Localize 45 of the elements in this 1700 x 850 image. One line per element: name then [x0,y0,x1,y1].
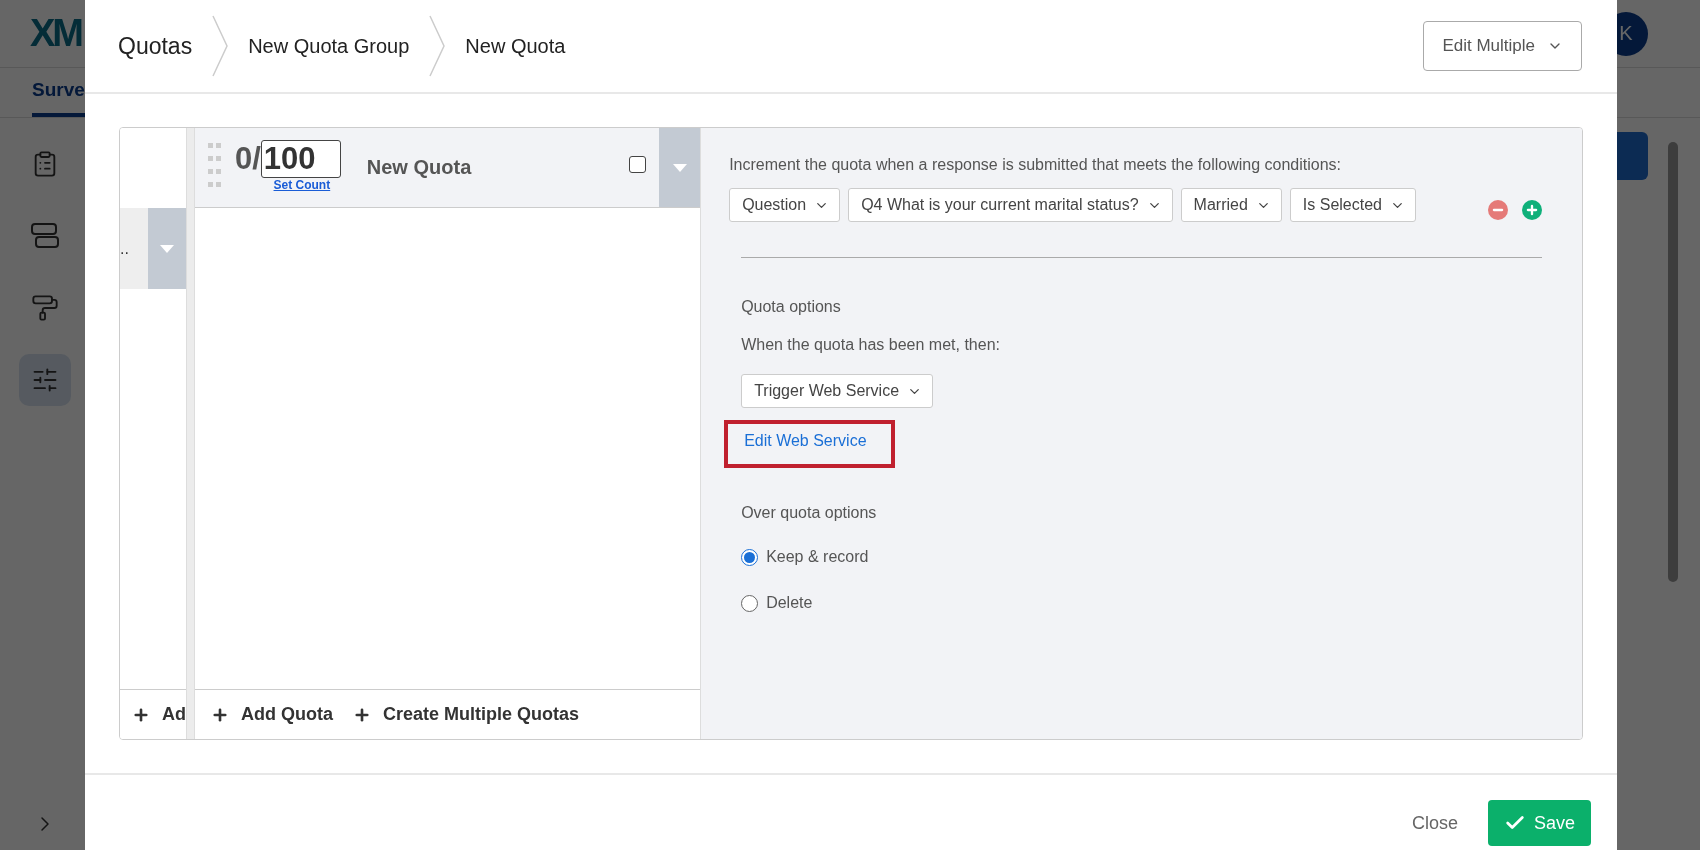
section-title: Over quota options [741,504,877,522]
add-quota-button[interactable]: Add Quota [210,704,333,725]
add-icon[interactable] [1522,200,1542,220]
radio-option[interactable]: Delete [741,594,813,612]
checkbox[interactable] [629,156,647,173]
conditions-intro: Increment the quota when a response is submitted that meets the following conditions: [729,156,1343,174]
breadcrumb-item[interactable]: Quotas [118,32,193,60]
group-name: .. [120,239,130,258]
breadcrumb-separator-icon [429,15,446,77]
section-title: Quota options [741,298,841,316]
breadcrumb-item[interactable]: New Quota Group [248,34,410,58]
dropdown[interactable]: Is Selected [1289,188,1416,222]
close-button[interactable]: Close [1411,800,1458,846]
add-group-button[interactable]: Ad [132,704,186,725]
quota-name: New Quota [366,156,473,180]
sidebar-button[interactable] [18,354,71,406]
stacked-bars-icon [29,222,60,250]
create-multiple-button[interactable]: Create Multiple Quotas [352,704,579,725]
edit-web-service-link[interactable]: Edit Web Service [744,432,867,449]
quota-limit-field[interactable]: 100 [260,140,341,178]
radio-button[interactable] [741,594,759,612]
radio-label: Delete [766,594,813,612]
triangle-down-icon [672,163,687,172]
dropdown-toggle[interactable] [148,208,186,289]
edit-multiple-button[interactable]: Edit Multiple [1423,21,1582,71]
plus-icon [1525,203,1539,217]
breadcrumb-separator-icon [212,15,229,77]
action-dropdown[interactable]: Trigger Web Service [741,374,934,408]
logo: XM [30,12,81,55]
radio-option[interactable]: Keep & record [741,548,869,566]
quota-row[interactable]: 0/100 Set Count New Quota [194,128,701,208]
radio-label: Keep & record [766,548,869,566]
dropdown[interactable]: Q4 What is your current marital status? [848,188,1173,222]
breadcrumb-item[interactable]: New Quota [465,34,566,58]
quota-count: 0/ [234,141,261,177]
dropdown[interactable]: Married [1180,188,1282,222]
dropdown-toggle[interactable] [659,128,701,207]
dropdown[interactable]: Question [729,188,841,222]
set-count-link[interactable]: Set Count [273,178,331,192]
quota-met-prompt: When the quota has been met, then: [741,336,1000,354]
radio-button[interactable] [741,548,759,566]
triangle-down-icon [160,244,174,253]
paint-roller-icon [30,294,59,322]
remove-icon[interactable] [1488,200,1508,220]
quota-group-row[interactable]: .. [120,208,186,289]
